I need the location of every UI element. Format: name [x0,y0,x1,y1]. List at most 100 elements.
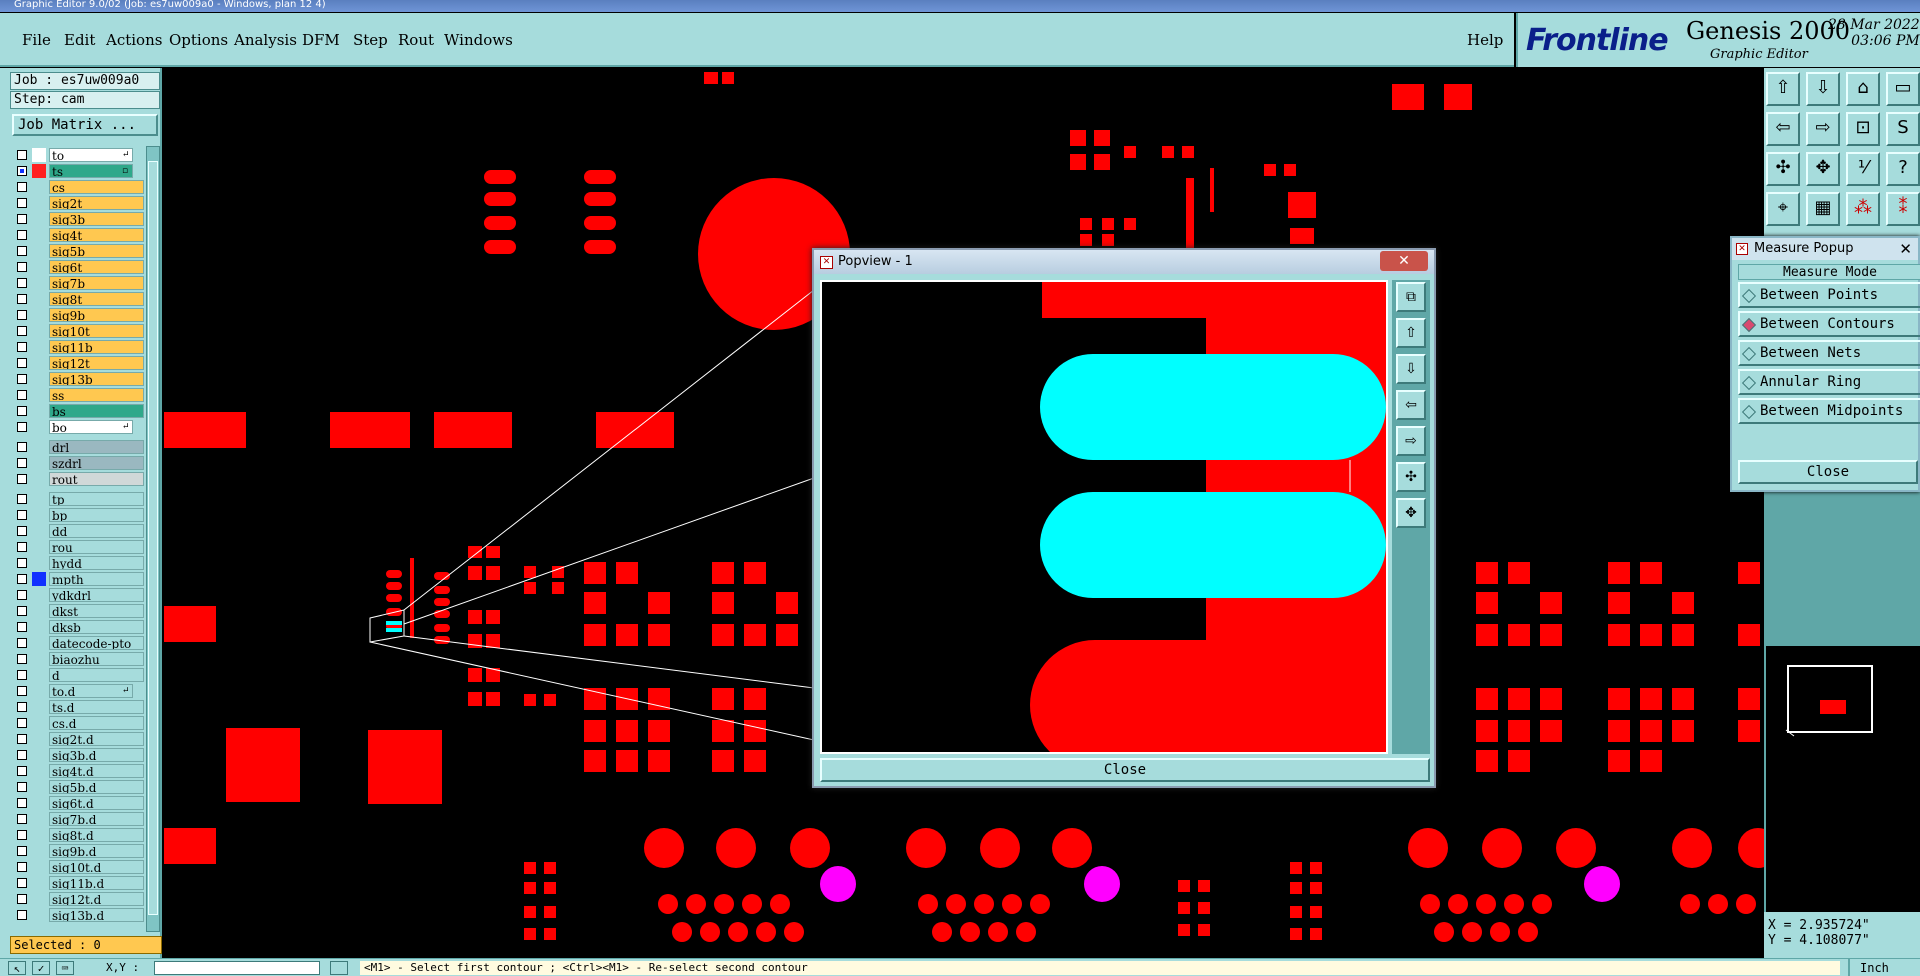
layer-checkbox[interactable] [17,910,27,920]
layer-row[interactable]: szdrl [12,456,144,471]
layer-color-swatch[interactable] [32,876,46,890]
layer-row[interactable]: to ↵ [12,148,134,163]
layer-name[interactable]: drl [49,440,144,454]
option-between-points[interactable]: Between Points [1738,282,1920,308]
layer-checkbox[interactable] [17,214,27,224]
layer-row[interactable]: tp [12,492,144,507]
layer-color-swatch[interactable] [32,472,46,486]
layer-checkbox[interactable] [17,294,27,304]
layer-checkbox[interactable] [17,198,27,208]
layer-name[interactable]: sig10t.d [49,860,144,874]
layer-row[interactable]: sig6t [12,260,144,275]
layer-name[interactable]: sig11b.d [49,876,144,890]
layer-color-swatch[interactable] [32,492,46,506]
zoom-home-icon[interactable]: ✣ [1766,152,1800,186]
grid-icon[interactable]: ▦ [1806,192,1840,226]
layer-color-swatch[interactable] [32,420,46,434]
layer-color-swatch[interactable] [32,388,46,402]
layer-color-swatch[interactable] [32,812,46,826]
layer-checkbox[interactable] [17,558,27,568]
layer-color-swatch[interactable] [32,148,46,162]
layer-row[interactable]: bp [12,508,144,523]
layer-row[interactable]: sig4t [12,228,144,243]
layer-color-swatch[interactable] [32,796,46,810]
layer-name[interactable]: ydkdrl [49,588,144,602]
layer-name[interactable]: dd [49,524,144,538]
popview-zoom-out-icon[interactable]: ✣ [1396,462,1426,492]
layer-name[interactable]: rout [49,472,144,486]
close-icon[interactable]: ✕ [1380,251,1428,271]
layer-checkbox[interactable] [17,814,27,824]
layer-row[interactable]: sig10t [12,324,144,339]
layer-name[interactable]: hydd [49,556,144,570]
layer-color-swatch[interactable] [32,636,46,650]
layer-color-swatch[interactable] [32,732,46,746]
layer-row[interactable]: ts ▫ [12,164,134,179]
layer-color-swatch[interactable] [32,440,46,454]
layer-name[interactable]: dksb [49,620,144,634]
layer-checkbox[interactable] [17,342,27,352]
menu-edit[interactable]: Edit [64,31,95,49]
layer-row[interactable]: drl [12,440,144,455]
layer-row[interactable]: cs [12,180,144,195]
layer-color-swatch[interactable] [32,228,46,242]
layer-name[interactable]: sig6t.d [49,796,144,810]
layer-name[interactable]: sig11b [49,340,144,354]
layer-row[interactable]: rou [12,540,144,555]
layer-name[interactable]: sig2t [49,196,144,210]
layer-name[interactable]: sig4t [49,228,144,242]
layer-row[interactable]: sig7b [12,276,144,291]
center-icon[interactable]: ✥ [1806,152,1840,186]
layer-row[interactable]: ydkdrl [12,588,144,603]
xy-input[interactable] [154,961,320,975]
layer-row[interactable]: sig13b.d [12,908,144,923]
layer-row[interactable]: cs.d [12,716,144,731]
layer-name[interactable]: sig13b.d [49,908,144,922]
layer-row[interactable]: ss [12,388,144,403]
layer-row[interactable]: sig12t.d [12,892,144,907]
layer-color-swatch[interactable] [32,276,46,290]
layer-name[interactable]: sig9b.d [49,844,144,858]
option-between-midpoints[interactable]: Between Midpoints [1738,398,1920,424]
layer-row[interactable]: sig4t.d [12,764,144,779]
layer-name[interactable]: ts.d [49,700,144,714]
layer-checkbox[interactable] [17,622,27,632]
layer-name[interactable]: cs.d [49,716,144,730]
layer-checkbox[interactable] [17,442,27,452]
layer-color-swatch[interactable] [32,372,46,386]
ratio-icon[interactable]: ⅟ [1846,152,1880,186]
menu-actions[interactable]: Actions [106,31,162,49]
layer-color-swatch[interactable] [32,780,46,794]
measure-titlebar[interactable]: ✕ Measure Popup ✕ [1732,238,1918,260]
layer-checkbox[interactable] [17,750,27,760]
layer-row[interactable]: dd [12,524,144,539]
layer-row[interactable]: to.d ↵ [12,684,134,699]
layer-checkbox[interactable] [17,374,27,384]
layer-name[interactable]: sig2t.d [49,732,144,746]
menu-help[interactable]: Help [1467,31,1503,49]
layer-checkbox[interactable] [17,278,27,288]
layer-checkbox[interactable] [17,494,27,504]
popview-fit-icon[interactable]: ⧉ [1396,282,1426,312]
layer-row[interactable]: bs [12,404,144,419]
layer-name[interactable]: to.d [49,684,133,698]
layer-checkbox[interactable] [17,358,27,368]
layer-color-swatch[interactable] [32,716,46,730]
measure-icon[interactable]: ⌖ [1766,192,1800,226]
layer-name[interactable]: sig7b.d [49,812,144,826]
layer-name[interactable]: sig10t [49,324,144,338]
layer-color-swatch[interactable] [32,196,46,210]
layer-row[interactable]: datecode-pto [12,636,144,651]
layer-color-swatch[interactable] [32,908,46,922]
menu-analysis[interactable]: Analysis [234,31,297,49]
layer-name[interactable]: ss [49,388,144,402]
pan-left-icon[interactable]: ⇦ [1766,112,1800,146]
layer-name[interactable]: sig3b [49,212,144,226]
layer-row[interactable]: sig12t [12,356,144,371]
layer-name[interactable]: d [49,668,144,682]
layer-row[interactable]: dkst [12,604,144,619]
popview-close-button[interactable]: Close [820,758,1430,782]
layer-row[interactable]: sig8t [12,292,144,307]
layer-row[interactable]: sig11b [12,340,144,355]
menu-rout[interactable]: Rout [398,31,434,49]
